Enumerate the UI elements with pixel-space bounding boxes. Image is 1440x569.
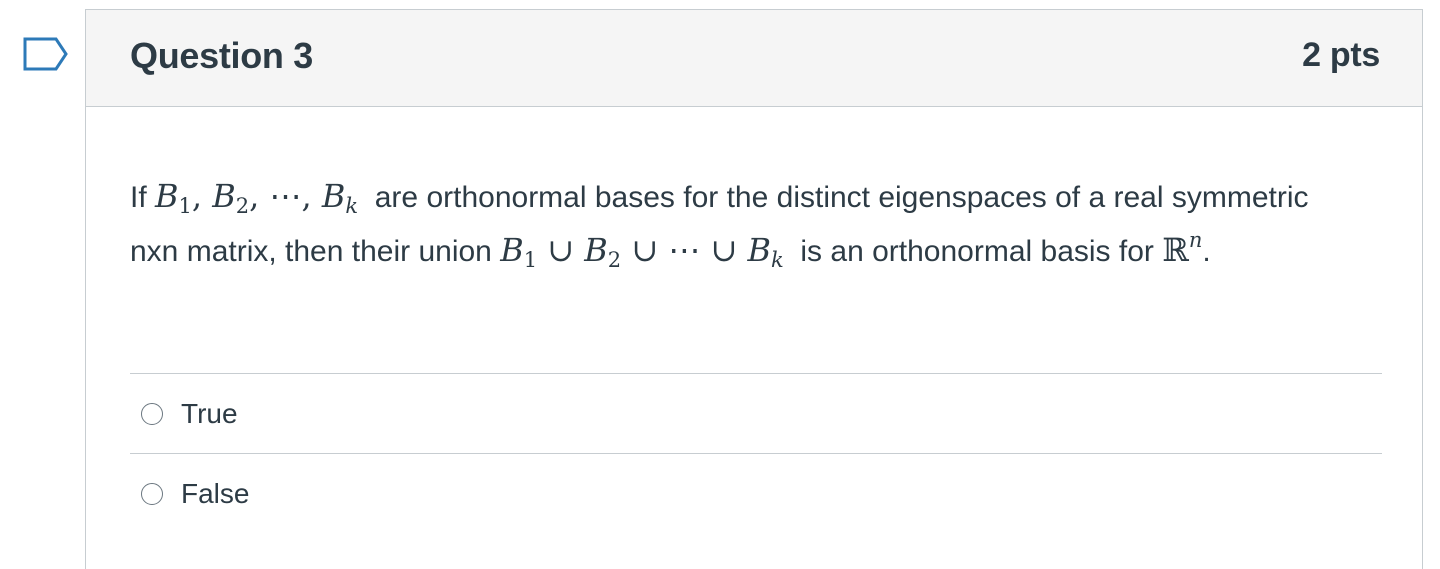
answer-label[interactable]: True bbox=[181, 398, 238, 430]
question-header: Question 3 2 pts bbox=[86, 10, 1422, 107]
answer-list: True False bbox=[130, 373, 1382, 533]
question-points: 2 pts bbox=[1302, 36, 1380, 74]
answer-false[interactable]: False bbox=[130, 453, 1382, 533]
radio-unchecked-icon[interactable] bbox=[141, 402, 163, 425]
question-text-middle2: is an orthonormal basis for bbox=[800, 235, 1154, 268]
flag-question-icon[interactable] bbox=[22, 36, 70, 76]
radio-unchecked-icon[interactable] bbox=[141, 482, 163, 505]
question-text-prefix: If bbox=[130, 181, 147, 214]
math-union: B1 ∪ B2 ∪ ⋯ ∪ Bk bbox=[500, 231, 784, 272]
question-title: Question 3 bbox=[130, 35, 314, 76]
math-bases-list: B1, B2, ⋯, Bk bbox=[155, 177, 359, 218]
question-card: Question 3 2 pts If B1, B2, ⋯, Bk are or… bbox=[85, 9, 1423, 569]
answer-label[interactable]: False bbox=[181, 478, 249, 510]
question-text-suffix: . bbox=[1202, 235, 1211, 268]
answer-true[interactable]: True bbox=[130, 373, 1382, 453]
question-text: If B1, B2, ⋯, Bk are orthonormal bases f… bbox=[130, 170, 1330, 278]
math-rn: ℝn bbox=[1162, 228, 1203, 270]
